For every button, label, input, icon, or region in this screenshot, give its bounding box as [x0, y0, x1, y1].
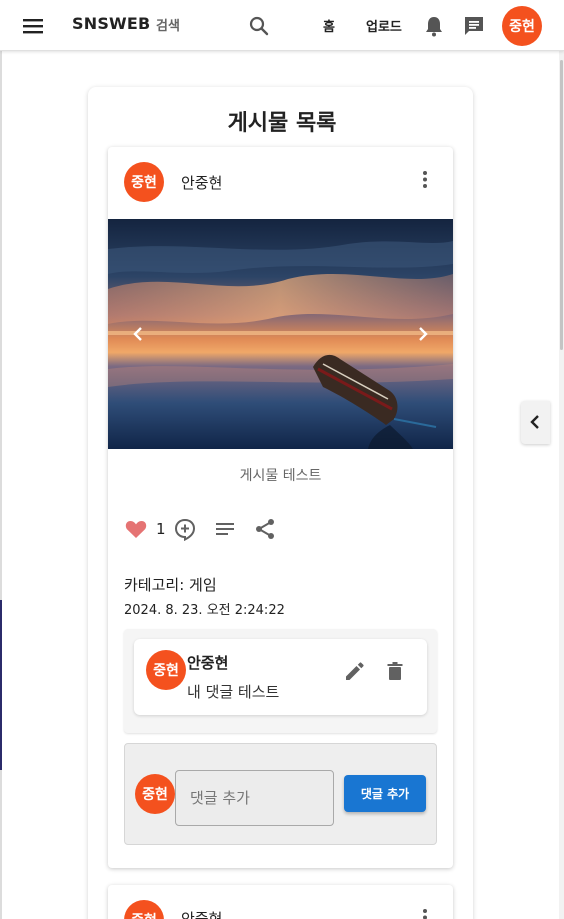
post-author-avatar[interactable]: 중현 [124, 162, 164, 202]
search-icon[interactable] [246, 13, 272, 39]
post-caption: 게시물 테스트 [239, 468, 322, 484]
post-category: 카테고리: 게임 [124, 576, 217, 594]
like-count: 1 [156, 520, 166, 538]
app-bar: SNSWEB 검색 홈 업로드 중현 [0, 0, 564, 51]
bell-icon[interactable] [422, 13, 446, 39]
comment-text: 내 댓글 테스트 [187, 683, 280, 701]
left-accent [0, 600, 2, 770]
chevron-right-icon[interactable] [411, 322, 435, 346]
user-avatar[interactable]: 중현 [502, 6, 542, 46]
post-author-name[interactable]: 안중현 [181, 172, 222, 193]
chevron-left-icon[interactable] [126, 322, 150, 346]
page-title: 게시물 목록 [227, 111, 337, 136]
left-divider [0, 51, 2, 919]
add-comment-button[interactable]: 댓글 추가 [344, 775, 426, 812]
search-label[interactable]: 검색 [156, 15, 180, 34]
more-vert-icon-2[interactable] [414, 906, 436, 919]
comment-author: 안중현 [187, 654, 229, 672]
edit-icon[interactable] [343, 659, 367, 683]
post-author-name-2[interactable]: 안중현 [181, 908, 222, 919]
share-icon[interactable] [253, 517, 277, 541]
post-date: 2024. 8. 23. 오전 2:24:22 [124, 603, 285, 618]
heart-icon[interactable] [124, 518, 148, 540]
add-comment-avatar[interactable]: 중현 [135, 774, 175, 814]
comment-add-icon[interactable] [173, 517, 197, 542]
brand-logo[interactable]: SNSWEB [72, 14, 150, 33]
delete-icon[interactable] [383, 659, 407, 683]
drawer-toggle[interactable] [521, 401, 550, 444]
comment-input[interactable] [175, 770, 334, 826]
nav-home[interactable]: 홈 [323, 16, 335, 35]
post-image [108, 219, 453, 449]
more-vert-icon[interactable] [414, 168, 436, 192]
chat-icon[interactable] [462, 13, 486, 39]
scrollbar-thumb[interactable] [560, 60, 563, 350]
list-icon[interactable] [213, 517, 237, 541]
chevron-left-icon [530, 415, 539, 429]
comment-avatar[interactable]: 중현 [146, 650, 186, 690]
nav-upload[interactable]: 업로드 [366, 16, 402, 35]
menu-icon[interactable] [19, 13, 47, 39]
